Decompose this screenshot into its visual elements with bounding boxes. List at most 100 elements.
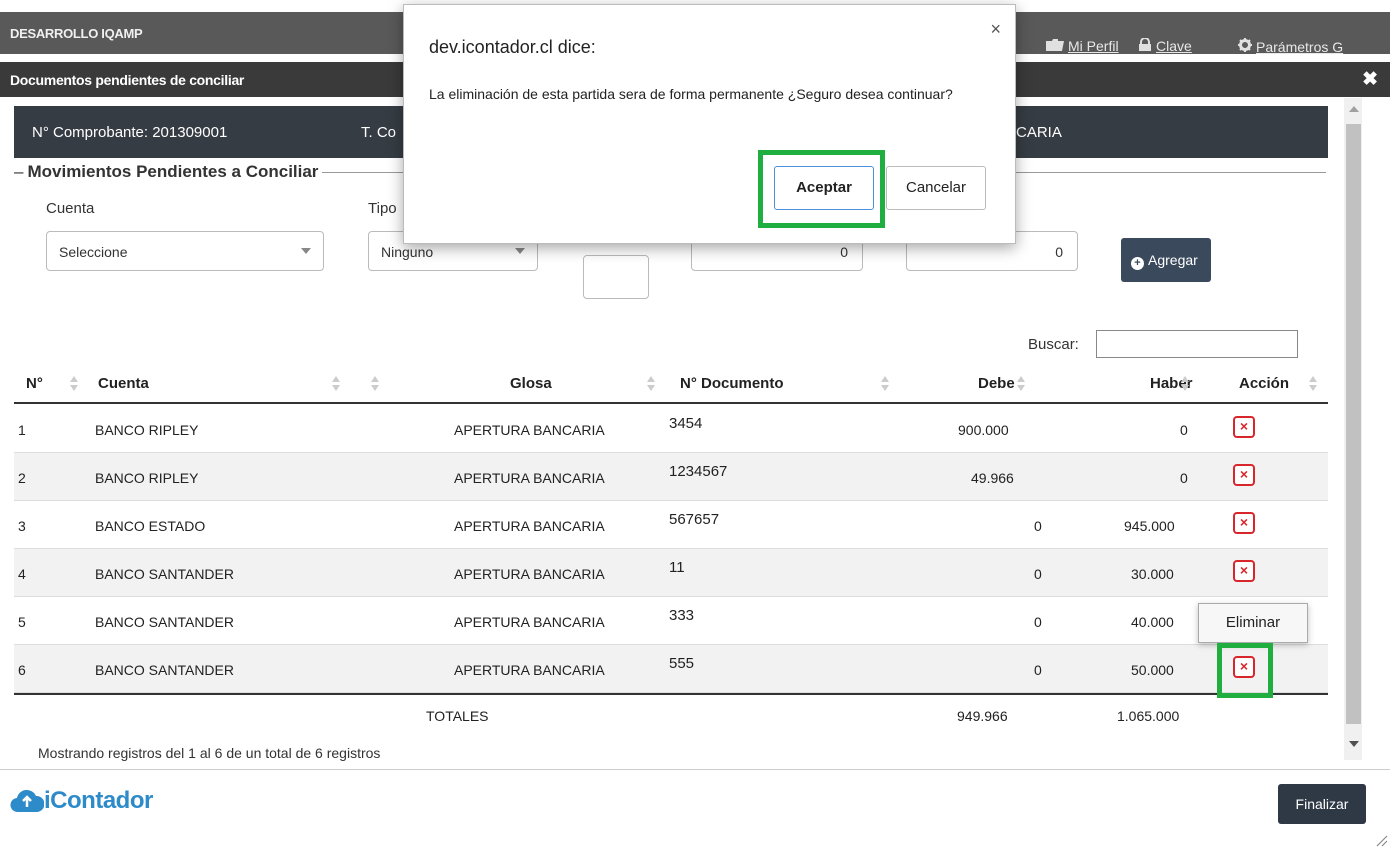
parametros-link[interactable]: Parámetros G [1238, 38, 1343, 55]
finalizar-button[interactable]: Finalizar [1278, 784, 1366, 824]
confirm-dialog: dev.icontador.cl dice: × La eliminación … [403, 4, 1016, 244]
documento-input[interactable] [583, 255, 649, 299]
cell-glosa: APERTURA BANCARIA [454, 566, 605, 582]
search-input[interactable] [1096, 330, 1298, 358]
cell-haber: 50.000 [1131, 662, 1174, 678]
cell-documento: 555 [669, 655, 695, 672]
cell-n: 1 [18, 422, 26, 438]
column-header-accion: Acción [1239, 375, 1290, 392]
brand-title: DESARROLLO IQAMP [10, 26, 143, 41]
cuenta-select[interactable]: Seleccione [46, 231, 324, 271]
totals-divider [14, 693, 1328, 695]
table-row: 3 BANCO ESTADO APERTURA BANCARIA 567657 … [14, 501, 1328, 549]
gear-icon [1238, 38, 1252, 55]
modal-title: Documentos pendientes de conciliar [10, 72, 245, 88]
totals-haber: 1.065.000 [1117, 708, 1180, 724]
tipo-label: Tipo [368, 200, 397, 217]
table-row: 2 BANCO RIPLEY APERTURA BANCARIA 1234567… [14, 453, 1328, 501]
tipo-select-value: Ninguno [381, 244, 434, 260]
scrollbar-thumb[interactable] [1346, 124, 1361, 724]
column-header-glosa[interactable]: Glosa [510, 375, 552, 392]
delete-row-button[interactable]: × [1233, 416, 1255, 438]
cell-debe: 0 [1034, 566, 1042, 582]
cell-documento: 1234567 [669, 463, 728, 480]
table-row: 4 BANCO SANTANDER APERTURA BANCARIA 11 0… [14, 549, 1328, 597]
sort-icon[interactable] [1017, 376, 1025, 392]
scroll-down-arrow-icon[interactable] [1349, 741, 1359, 747]
sort-icon[interactable] [332, 376, 340, 392]
cell-documento: 567657 [669, 511, 720, 528]
cell-n: 6 [18, 662, 26, 678]
plus-circle-icon: + [1131, 257, 1144, 270]
sort-icon[interactable] [881, 376, 889, 392]
cancelar-button[interactable]: Cancelar [886, 166, 986, 210]
column-header-debe[interactable]: Debe [978, 375, 1015, 392]
cell-documento: 11 [669, 559, 685, 576]
sort-icon[interactable] [1309, 376, 1317, 392]
lock-icon [1138, 37, 1152, 54]
resize-handle-icon[interactable] [1374, 833, 1388, 847]
cell-glosa: APERTURA BANCARIA [454, 422, 605, 438]
agregar-button[interactable]: + Agregar [1121, 238, 1211, 282]
delete-row-button[interactable]: × [1233, 464, 1255, 486]
cell-cuenta: BANCO RIPLEY [95, 470, 199, 486]
cell-glosa: APERTURA BANCARIA [454, 614, 605, 630]
aceptar-button[interactable]: Aceptar [774, 166, 874, 210]
glosa-comprobante-label: CARIA [1016, 124, 1062, 141]
table-row: 1 BANCO RIPLEY APERTURA BANCARIA 3454 90… [14, 405, 1328, 453]
cell-n: 3 [18, 518, 26, 534]
folder-icon [1046, 38, 1064, 54]
table-info: Mostrando registros del 1 al 6 de un tot… [38, 745, 381, 761]
comprobante-number: N° Comprobante: 201309001 [32, 124, 228, 141]
modal-close-icon[interactable]: ✖ [1362, 68, 1378, 91]
cell-debe: 0 [1034, 518, 1042, 534]
cell-cuenta: BANCO SANTANDER [95, 614, 234, 630]
sort-icon[interactable] [1181, 376, 1189, 392]
mi-perfil-label: Mi Perfil [1068, 38, 1119, 54]
cell-haber: 40.000 [1131, 614, 1174, 630]
cell-cuenta: BANCO SANTANDER [95, 566, 234, 582]
cell-cuenta: BANCO ESTADO [95, 518, 206, 534]
cloud-logo-icon [10, 788, 45, 814]
mi-perfil-link[interactable]: Mi Perfil [1046, 38, 1119, 54]
parametros-label: Parámetros G [1256, 39, 1344, 55]
table-header: N° Cuenta Glosa N° Documento Debe Haber … [14, 366, 1328, 404]
cell-haber: 0 [1180, 470, 1188, 486]
section-legend-text: Movimientos Pendientes a Conciliar [27, 162, 319, 181]
sort-icon[interactable] [371, 376, 379, 392]
clave-link[interactable]: Clave [1138, 37, 1192, 54]
chevron-down-icon [515, 248, 525, 254]
clave-label: Clave [1156, 38, 1192, 54]
cell-documento: 333 [669, 607, 695, 624]
cell-debe: 0 [1034, 662, 1042, 678]
cell-debe: 0 [1034, 614, 1042, 630]
sort-icon[interactable] [647, 376, 655, 392]
cell-debe: 49.966 [971, 470, 1014, 486]
table-row: 5 BANCO SANTANDER APERTURA BANCARIA 333 … [14, 597, 1328, 645]
cell-n: 4 [18, 566, 26, 582]
logo-text: iContador [44, 787, 153, 814]
cuenta-select-value: Seleccione [59, 244, 128, 260]
delete-row-button[interactable]: × [1233, 560, 1255, 582]
cell-haber: 945.000 [1124, 518, 1175, 534]
footer-divider [0, 769, 1390, 770]
dialog-close-icon[interactable]: × [990, 19, 1001, 40]
delete-highlight-box [1217, 643, 1273, 698]
chevron-down-icon [301, 248, 311, 254]
column-header-documento[interactable]: N° Documento [680, 375, 784, 392]
delete-row-button[interactable]: × [1233, 512, 1255, 534]
scroll-up-arrow-icon[interactable] [1349, 106, 1359, 112]
tipo-comprobante-label: T. Co [361, 124, 397, 141]
cell-haber: 30.000 [1131, 566, 1174, 582]
column-header-cuenta[interactable]: Cuenta [98, 375, 149, 392]
cell-glosa: APERTURA BANCARIA [454, 470, 605, 486]
sort-icon[interactable] [70, 376, 78, 392]
search-label: Buscar: [1028, 336, 1079, 353]
agregar-label: Agregar [1148, 252, 1198, 268]
cell-glosa: APERTURA BANCARIA [454, 518, 605, 534]
cuenta-label: Cuenta [46, 200, 95, 217]
cell-glosa: APERTURA BANCARIA [454, 662, 605, 678]
column-header-n[interactable]: N° [26, 375, 43, 392]
cell-n: 5 [18, 614, 26, 630]
cell-debe: 900.000 [958, 422, 1009, 438]
